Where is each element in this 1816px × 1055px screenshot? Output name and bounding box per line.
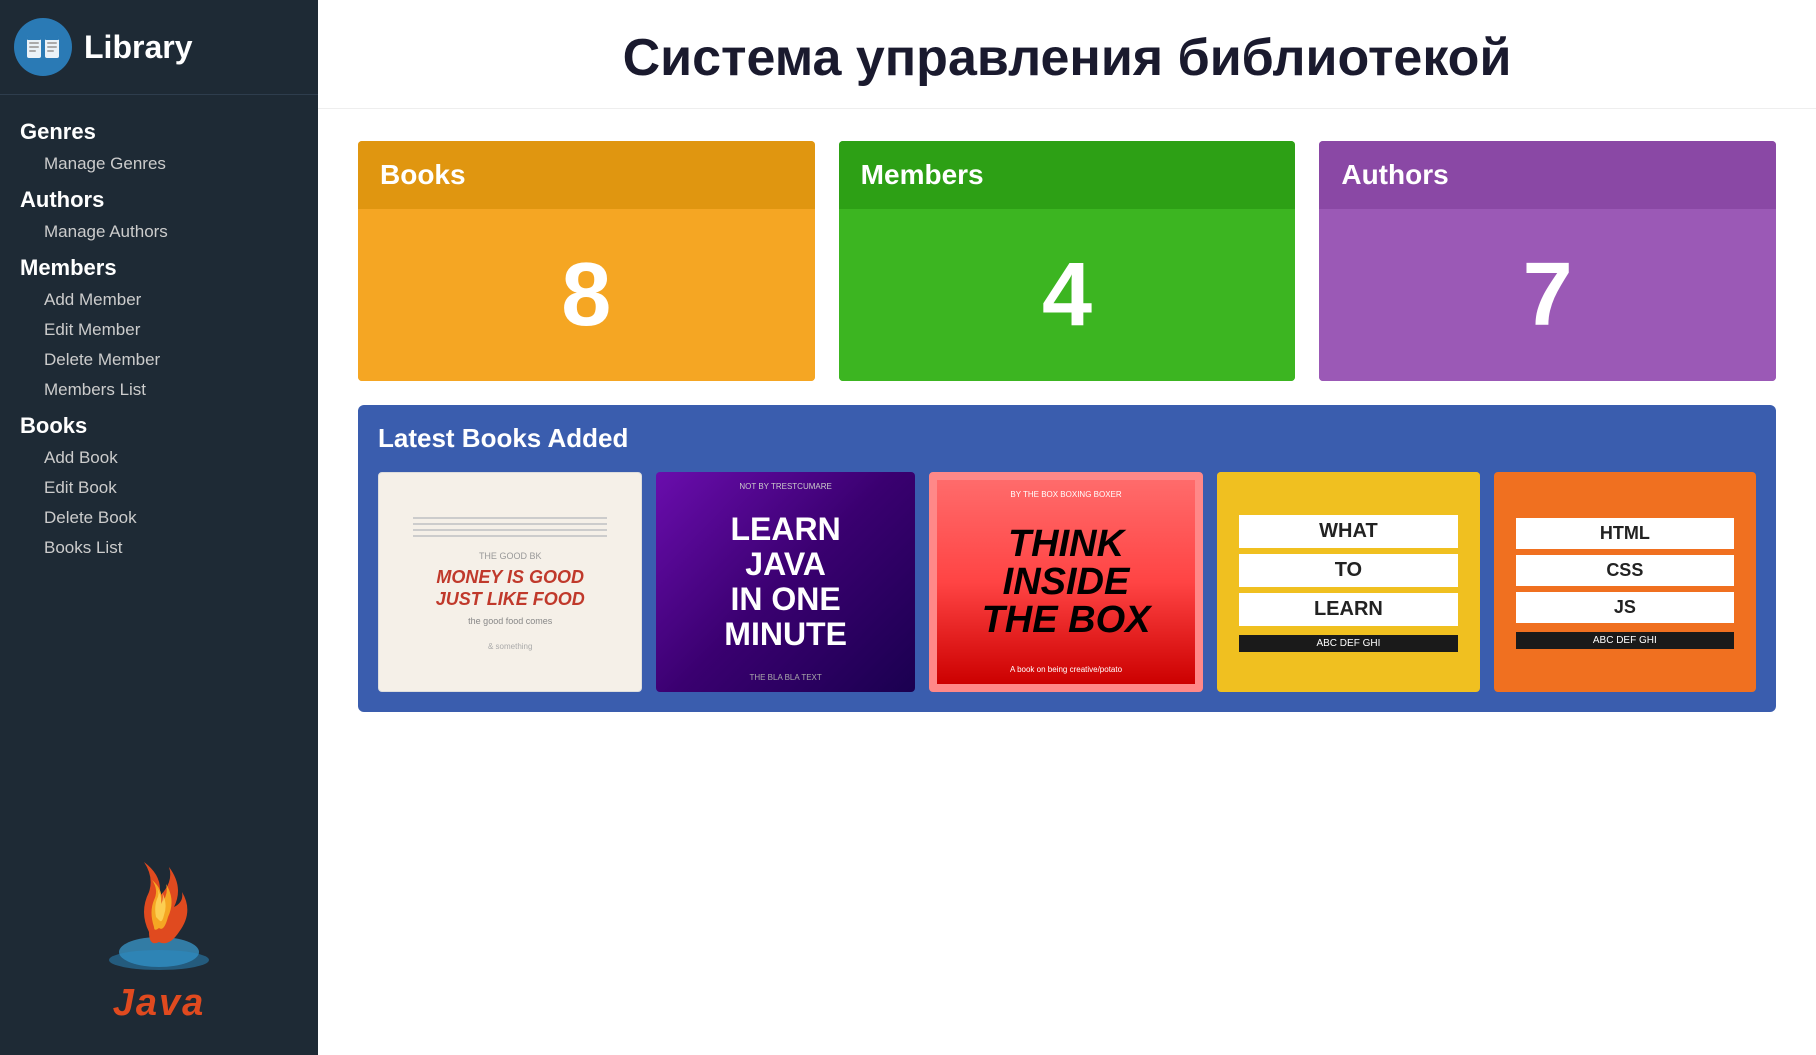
sidebar-item-edit-book[interactable]: Edit Book: [0, 473, 318, 503]
book4-word-1: WHAT: [1239, 515, 1457, 548]
book5-word-3: JS: [1516, 592, 1734, 623]
java-logo: Java: [0, 832, 318, 1055]
book-cover-5[interactable]: HTML CSS JS ABC DEF GHI: [1494, 472, 1756, 692]
sidebar-item-manage-authors[interactable]: Manage Authors: [0, 217, 318, 247]
book3-author: BY THE BOX BOXING BOXER: [1010, 490, 1121, 499]
book1-subtitle: the good food comes: [468, 616, 552, 626]
sidebar-navigation: Genres Manage Genres Authors Manage Auth…: [0, 95, 318, 832]
page-title: Система управления библиотекой: [358, 28, 1776, 88]
books-grid: THE GOOD BK MONEY IS GOODJUST LIKE FOOD …: [378, 472, 1756, 692]
sidebar-item-delete-member[interactable]: Delete Member: [0, 345, 318, 375]
latest-books-title: Latest Books Added: [378, 423, 1756, 454]
sidebar-item-add-book[interactable]: Add Book: [0, 443, 318, 473]
book-decorative-lines: [413, 513, 607, 541]
book4-badge: ABC DEF GHI: [1239, 635, 1457, 652]
stat-card-members[interactable]: Members 4: [839, 141, 1296, 381]
book1-footer: & something: [488, 642, 532, 651]
stat-card-authors[interactable]: Authors 7: [1319, 141, 1776, 381]
sidebar-item-books-list[interactable]: Books List: [0, 533, 318, 563]
sidebar-item-manage-genres[interactable]: Manage Genres: [0, 149, 318, 179]
sidebar-item-members-list[interactable]: Members List: [0, 375, 318, 405]
stat-card-books[interactable]: Books 8: [358, 141, 815, 381]
book5-word-1: HTML: [1516, 518, 1734, 549]
book2-top-text: NOT BY TRESTCUMARE: [739, 482, 831, 491]
library-icon: [14, 18, 72, 76]
sidebar-section-books[interactable]: Books: [0, 405, 318, 443]
book-cover-2[interactable]: NOT BY TRESTCUMARE LEARNJAVAIN ONEMINUTE…: [656, 472, 914, 692]
sidebar-item-delete-book[interactable]: Delete Book: [0, 503, 318, 533]
stat-members-value: 4: [839, 209, 1296, 381]
book-cover-4[interactable]: WHAT TO LEARN ABC DEF GHI: [1217, 472, 1479, 692]
book3-subtitle: A book on being creative/potato: [1010, 665, 1122, 674]
sidebar-section-genres[interactable]: Genres: [0, 111, 318, 149]
stat-members-label: Members: [839, 141, 1296, 209]
book4-dots-top: [1217, 472, 1479, 492]
book3-title: THINKINSIDETHE BOX: [982, 525, 1151, 639]
sidebar-logo: Library: [0, 0, 318, 95]
book4-word-2: TO: [1239, 554, 1457, 587]
stat-authors-value: 7: [1319, 209, 1776, 381]
sidebar: Library Genres Manage Genres Authors Man…: [0, 0, 318, 1055]
latest-books-section: Latest Books Added THE GOOD BK MONEY IS …: [358, 405, 1776, 712]
sidebar-item-add-member[interactable]: Add Member: [0, 285, 318, 315]
page-header: Система управления библиотекой: [318, 0, 1816, 109]
book5-word-2: CSS: [1516, 555, 1734, 586]
java-label: Java: [113, 982, 206, 1025]
main-content: Система управления библиотекой Books 8 M…: [318, 0, 1816, 1055]
book1-title: MONEY IS GOODJUST LIKE FOOD: [436, 567, 585, 610]
sidebar-section-members[interactable]: Members: [0, 247, 318, 285]
stats-row: Books 8 Members 4 Authors 7: [318, 109, 1816, 405]
book1-pre-title: THE GOOD BK: [479, 551, 542, 561]
stat-books-value: 8: [358, 209, 815, 381]
sidebar-title: Library: [84, 29, 192, 66]
book-cover-3[interactable]: BY THE BOX BOXING BOXER THINKINSIDETHE B…: [929, 472, 1203, 692]
book-cover-1[interactable]: THE GOOD BK MONEY IS GOODJUST LIKE FOOD …: [378, 472, 642, 692]
stat-authors-label: Authors: [1319, 141, 1776, 209]
book2-title: LEARNJAVAIN ONEMINUTE: [724, 512, 847, 653]
book2-bottom-text: THE BLA BLA TEXT: [749, 673, 821, 682]
sidebar-section-authors[interactable]: Authors: [0, 179, 318, 217]
stat-books-label: Books: [358, 141, 815, 209]
book4-word-3: LEARN: [1239, 593, 1457, 626]
sidebar-item-edit-member[interactable]: Edit Member: [0, 315, 318, 345]
book5-badge: ABC DEF GHI: [1516, 632, 1734, 649]
java-flame-icon: [94, 852, 224, 982]
